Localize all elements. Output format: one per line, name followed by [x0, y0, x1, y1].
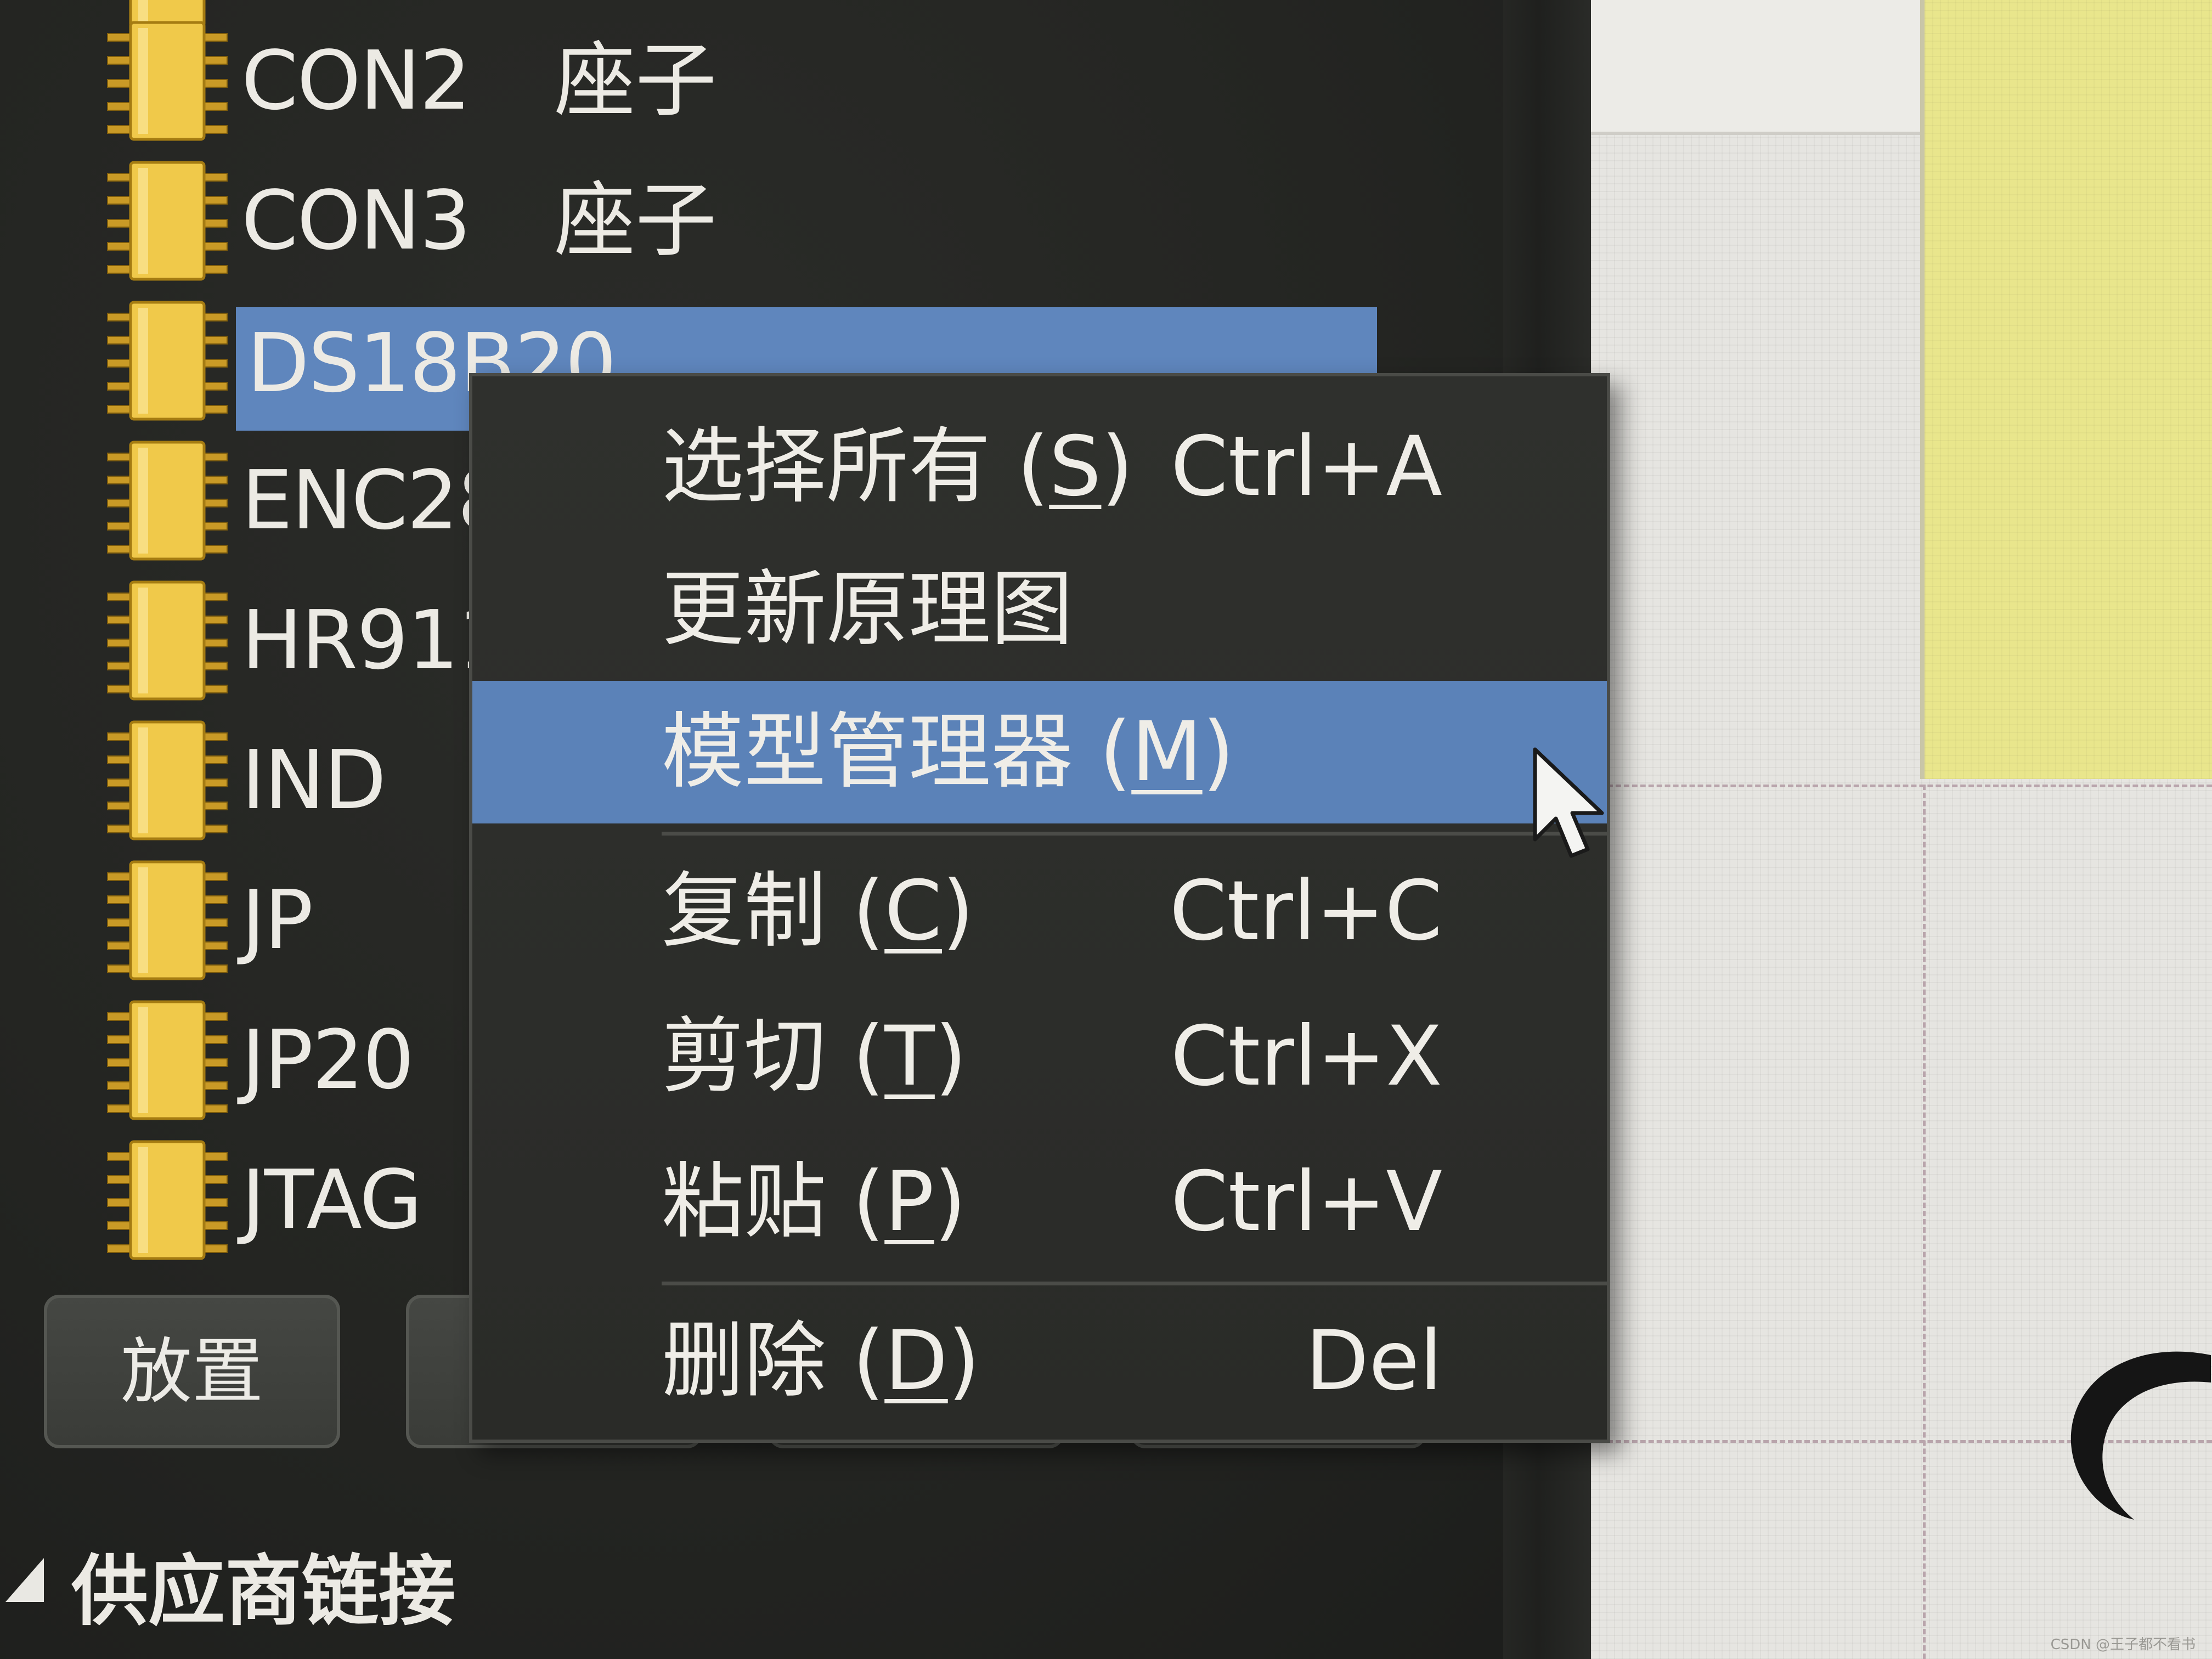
- schematic-canvas[interactable]: CSDN @王子都不看书: [1591, 0, 2212, 1659]
- component-name: CON2: [241, 33, 471, 128]
- menu-item-select-all[interactable]: 选择所有 (S) Ctrl+A: [472, 396, 1607, 538]
- ic-chip-icon: [104, 579, 230, 702]
- menu-item-model-manager[interactable]: 模型管理器 (M): [472, 681, 1607, 823]
- menu-item-label: 复制: [662, 864, 827, 959]
- ic-chip-icon: [104, 439, 230, 562]
- supplier-links-section[interactable]: 供应商链接: [0, 1525, 1503, 1659]
- menu-separator: [662, 1282, 1607, 1285]
- menu-item-accelerator: P: [884, 1154, 934, 1250]
- menu-item-accelerator: D: [884, 1313, 948, 1409]
- menu-item-label: 模型管理器: [662, 704, 1074, 800]
- menu-item-accelerator: S: [1049, 419, 1102, 515]
- menu-item-paste[interactable]: 粘贴 (P) Ctrl+V: [472, 1131, 1607, 1273]
- menu-item-accelerator: T: [884, 1009, 935, 1104]
- ic-chip-icon: [104, 1138, 230, 1262]
- grid-dashed-line: [1591, 785, 2212, 787]
- menu-item-shortcut: Ctrl+V: [1170, 1154, 1442, 1250]
- screen: CON2 座子 CON3 座子 DS18B20 ENC28 HR911 IND …: [0, 0, 2212, 1659]
- schematic-arc-symbol[interactable]: [2046, 1317, 2211, 1536]
- place-button[interactable]: 放置: [44, 1295, 340, 1448]
- menu-item-label: 剪切: [662, 1009, 827, 1104]
- component-name: JTAG: [241, 1153, 422, 1247]
- watermark: CSDN @王子都不看书: [2050, 1637, 2196, 1653]
- grid-dashed-line: [1923, 785, 1926, 1659]
- menu-item-delete[interactable]: 删除 (D) Del: [472, 1290, 1607, 1432]
- component-description: 座子: [554, 173, 716, 268]
- menu-item-cut[interactable]: 剪切 (T) Ctrl+X: [472, 985, 1607, 1128]
- collapse-triangle-icon[interactable]: [5, 1558, 44, 1602]
- canvas-sheet-strip: [1591, 0, 1920, 135]
- supplier-links-label: 供应商链接: [71, 1547, 456, 1637]
- component-description: 座子: [554, 33, 716, 128]
- component-name: JP: [241, 873, 313, 967]
- component-name: JP20: [241, 1013, 414, 1107]
- component-name: CON3: [241, 173, 471, 268]
- menu-item-shortcut: Ctrl+A: [1170, 419, 1442, 515]
- menu-item-shortcut: Ctrl+X: [1170, 1009, 1442, 1104]
- ic-chip-icon: [104, 859, 230, 982]
- menu-item-label: 粘贴: [662, 1154, 827, 1250]
- menu-item-label: 更新原理图: [662, 562, 1074, 657]
- ic-chip-icon: [104, 299, 230, 422]
- menu-item-label: 选择所有: [662, 419, 991, 515]
- menu-item-accelerator: C: [884, 864, 942, 959]
- menu-item-update-schematic[interactable]: 更新原理图: [472, 538, 1607, 681]
- component-name: HR911: [241, 593, 510, 687]
- context-menu: 选择所有 (S) Ctrl+A 更新原理图 模型管理器 (M) 复制 (C) C…: [469, 373, 1610, 1443]
- ic-chip-icon: [104, 998, 230, 1122]
- list-item[interactable]: CON2 座子: [0, 11, 1481, 151]
- component-name: ENC28: [241, 453, 509, 548]
- menu-item-label: 删除: [662, 1313, 827, 1409]
- component-name: IND: [241, 733, 386, 827]
- mouse-pointer-icon: [1533, 747, 1604, 858]
- ic-chip-icon: [104, 19, 230, 143]
- list-item[interactable]: CON3 座子: [0, 151, 1481, 291]
- menu-item-shortcut: Del: [1305, 1313, 1442, 1409]
- ic-chip-icon: [104, 719, 230, 842]
- schematic-sheet-block[interactable]: [1920, 0, 2212, 779]
- menu-item-copy[interactable]: 复制 (C) Ctrl+C: [472, 840, 1607, 983]
- menu-item-accelerator: M: [1131, 704, 1203, 800]
- ic-chip-icon: [104, 159, 230, 283]
- menu-separator: [662, 832, 1607, 836]
- menu-item-shortcut: Ctrl+C: [1169, 864, 1442, 959]
